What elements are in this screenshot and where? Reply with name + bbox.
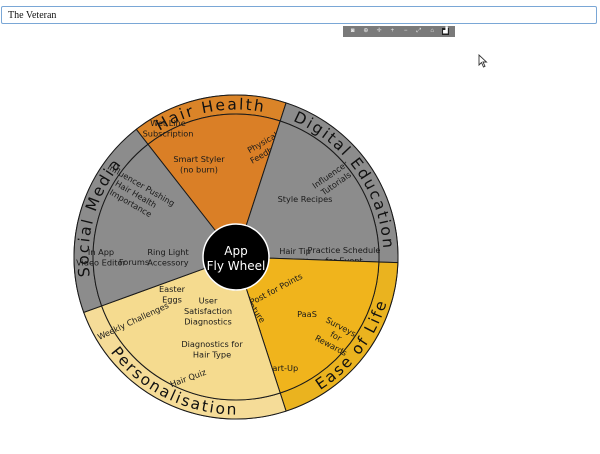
item-label-line: Subscription: [143, 128, 194, 138]
item-label[interactable]: EasterEggs: [159, 284, 186, 305]
item-label-line: Eggs: [162, 294, 182, 304]
item-label[interactable]: Ring LightAccessory: [147, 247, 189, 268]
item-label-line: Hair Tip: [279, 246, 311, 256]
center-label: App: [224, 244, 247, 258]
item-label-line: Forums: [119, 257, 149, 267]
item-label-line: Smart Styler: [173, 154, 225, 164]
item-label-line: Satisfaction: [184, 306, 232, 316]
item-label[interactable]: PaaS: [297, 309, 317, 319]
item-label-line: Hair Type: [193, 349, 231, 359]
app-flywheel-sunburst: Hair HealthWet LineSubscriptionSmart Sty…: [73, 94, 399, 420]
item-label[interactable]: Smart Styler(no burn): [173, 154, 225, 175]
item-label-line: User: [199, 296, 218, 306]
item-label-line: Ring Light: [147, 247, 189, 257]
item-label[interactable]: Style Recipes: [278, 194, 333, 204]
item-label-line: Practice Schedule: [308, 245, 381, 255]
item-label-line: Diagnostics for: [181, 339, 243, 349]
item-label-line: PaaS: [297, 309, 317, 319]
item-label-line: In App: [88, 247, 114, 257]
item-label-line: (no burn): [180, 164, 218, 174]
item-label-line: Diagnostics: [184, 317, 232, 327]
item-label-line: Wet Line: [150, 118, 186, 128]
item-label-line: Style Recipes: [278, 194, 333, 204]
item-label-line: Accessory: [147, 257, 188, 267]
center-label: Fly Wheel: [207, 259, 266, 273]
item-label-line: Easter: [159, 284, 186, 294]
item-label[interactable]: Forums: [119, 257, 149, 267]
